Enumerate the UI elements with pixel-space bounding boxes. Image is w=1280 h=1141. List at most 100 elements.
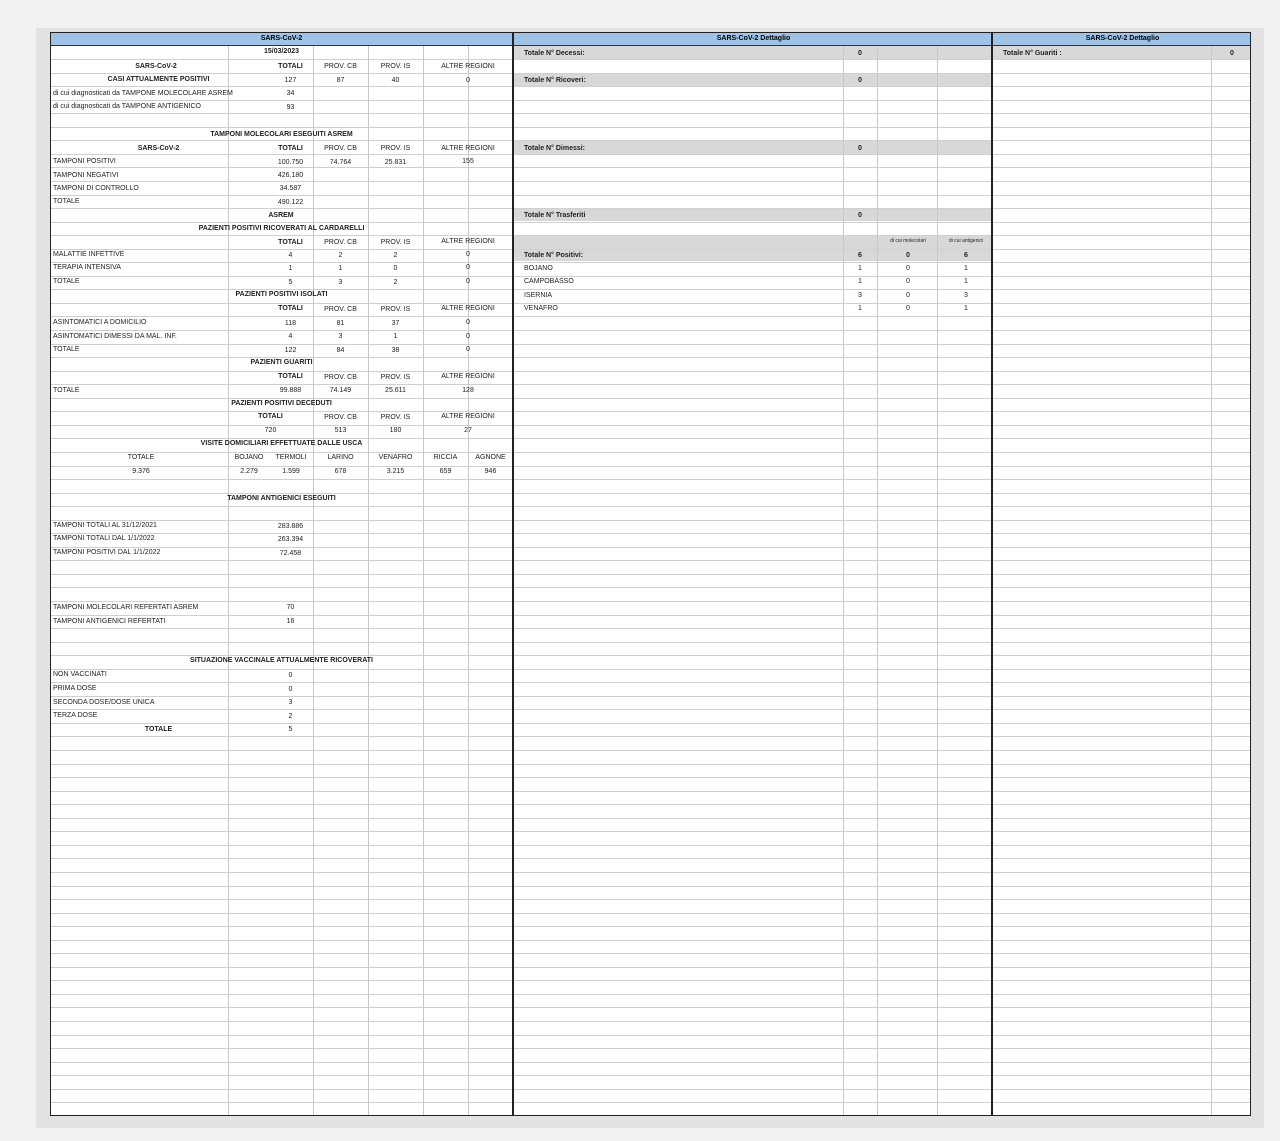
cardarelli-altre: 0 — [466, 278, 470, 285]
vaccinale-row-label: PRIMA DOSE — [53, 685, 97, 692]
grid-row-line — [993, 858, 1250, 859]
grid-row-line — [514, 791, 993, 792]
grid-row-line — [993, 506, 1250, 507]
cardarelli-altre: 0 — [466, 264, 470, 271]
cardarelli-row-label: TOTALE — [53, 278, 80, 285]
grid-row-line — [993, 560, 1250, 561]
grid-row-line — [514, 181, 993, 182]
grid-row-line — [514, 1075, 993, 1076]
vaccinale-total-value: 5 — [288, 726, 293, 733]
grid-row-line — [514, 1007, 993, 1008]
spreadsheet-page: SARS-CoV-2 15/03/2023 SARS-CoV-2 TOTALI … — [50, 32, 1251, 1116]
isolati-altre: 0 — [466, 346, 470, 353]
usca-header-totale: TOTALE — [127, 454, 155, 461]
grid-row-line — [993, 994, 1250, 995]
grid-row-line — [514, 425, 993, 426]
grid-col-line — [843, 45, 844, 1115]
comune-total: 1 — [858, 278, 862, 285]
grid-row-line — [514, 384, 993, 385]
grid-row-line — [514, 574, 993, 575]
grid-row-line — [993, 967, 1250, 968]
grid-row-line — [993, 344, 1250, 345]
grid-row-line — [51, 1021, 512, 1022]
grid-row-line — [514, 1089, 993, 1090]
grid-row-line — [993, 493, 1250, 494]
grid-row-line — [514, 195, 993, 196]
molecolari-row-label: TAMPONI DI CONTROLLO — [53, 185, 139, 192]
col-prov-cb: PROV. CB — [324, 63, 357, 70]
antigenici-row-value: 72.458 — [279, 550, 302, 557]
grid-col-line — [228, 45, 229, 1115]
grid-row-line — [514, 222, 993, 223]
grid-row-line — [514, 587, 993, 588]
casi-prov-is: 40 — [391, 77, 400, 84]
casi-prov-cb: 87 — [336, 77, 345, 84]
grid-row-line — [514, 208, 993, 209]
grid-row-line — [993, 791, 1250, 792]
grid-row-line — [51, 967, 512, 968]
grid-row-line — [514, 1035, 993, 1036]
grid-row-line — [993, 249, 1250, 250]
grid-row-line — [514, 127, 993, 128]
molecolari-row-label: TAMPONI POSITIVI — [53, 158, 116, 165]
grid-row-line — [993, 1075, 1250, 1076]
usca-header-termoli: TERMOLI — [275, 454, 307, 461]
report-date: 15/03/2023 — [263, 48, 300, 55]
grid-row-line — [993, 466, 1250, 467]
grid-row-line — [514, 560, 993, 561]
grid-col-line — [1211, 45, 1212, 1115]
grid-row-line — [993, 438, 1250, 439]
grid-row-line — [993, 628, 1250, 629]
grid-row-line — [993, 520, 1250, 521]
usca-value-termoli: 1.599 — [282, 468, 300, 475]
grid-row-line — [51, 750, 512, 751]
grid-row-line — [993, 195, 1250, 196]
grid-row-line — [993, 750, 1250, 751]
grid-row-line — [993, 276, 1250, 277]
grid-row-line — [514, 438, 993, 439]
grid-row-line — [514, 750, 993, 751]
grid-row-line — [993, 533, 1250, 534]
casi-row-value: 93 — [286, 104, 295, 111]
col-prov-is: PROV. IS — [380, 145, 411, 152]
grid-row-line — [993, 587, 1250, 588]
grid-row-line — [51, 764, 512, 765]
casi-altre: 0 — [466, 77, 470, 84]
grid-row-line — [993, 696, 1250, 697]
comune-molecolari: 0 — [906, 305, 910, 312]
grid-row-line — [51, 791, 512, 792]
grid-row-line — [514, 86, 993, 87]
molecolari-totali: 426.180 — [277, 172, 304, 179]
grid-row-line — [993, 235, 1250, 236]
antigenici-row-value: 263.394 — [277, 536, 304, 543]
grid-row-line — [993, 1102, 1250, 1103]
decessi-value: 0 — [858, 50, 862, 57]
grid-row-line — [993, 113, 1250, 114]
usca-header-agnone: AGNONE — [475, 454, 506, 461]
col-prov-is: PROV. IS — [380, 374, 411, 381]
usca-value-larino: 678 — [334, 468, 347, 475]
grid-row-line — [51, 736, 512, 737]
grid-row-line — [51, 1089, 512, 1090]
casi-totali: 127 — [284, 77, 297, 84]
usca-header-larino: LARINO — [327, 454, 354, 461]
molecolari-sars-label: SARS-CoV-2 — [137, 145, 180, 152]
grid-row-line — [51, 777, 512, 778]
dimessi-label: Totale N° Dimessi: — [524, 145, 586, 152]
grid-row-line — [51, 926, 512, 927]
isolati-prov-cb: 3 — [338, 333, 343, 340]
grid-row-line — [993, 777, 1250, 778]
grid-row-line — [993, 303, 1250, 304]
molecolari-totali: 34.587 — [279, 185, 302, 192]
guariti-prov-cb: 74.149 — [329, 387, 352, 394]
grid-row-line — [514, 682, 993, 683]
grid-row-line — [993, 167, 1250, 168]
grid-row-line — [514, 940, 993, 941]
isolati-totali: 118 — [284, 320, 297, 327]
grid-row-line — [993, 601, 1250, 602]
grid-row-line — [514, 330, 993, 331]
grid-row-line — [514, 736, 993, 737]
guariti-label: Totale N° Guariti : — [1003, 50, 1062, 57]
comune-antigenici: 1 — [964, 265, 968, 272]
grid-row-line — [514, 953, 993, 954]
